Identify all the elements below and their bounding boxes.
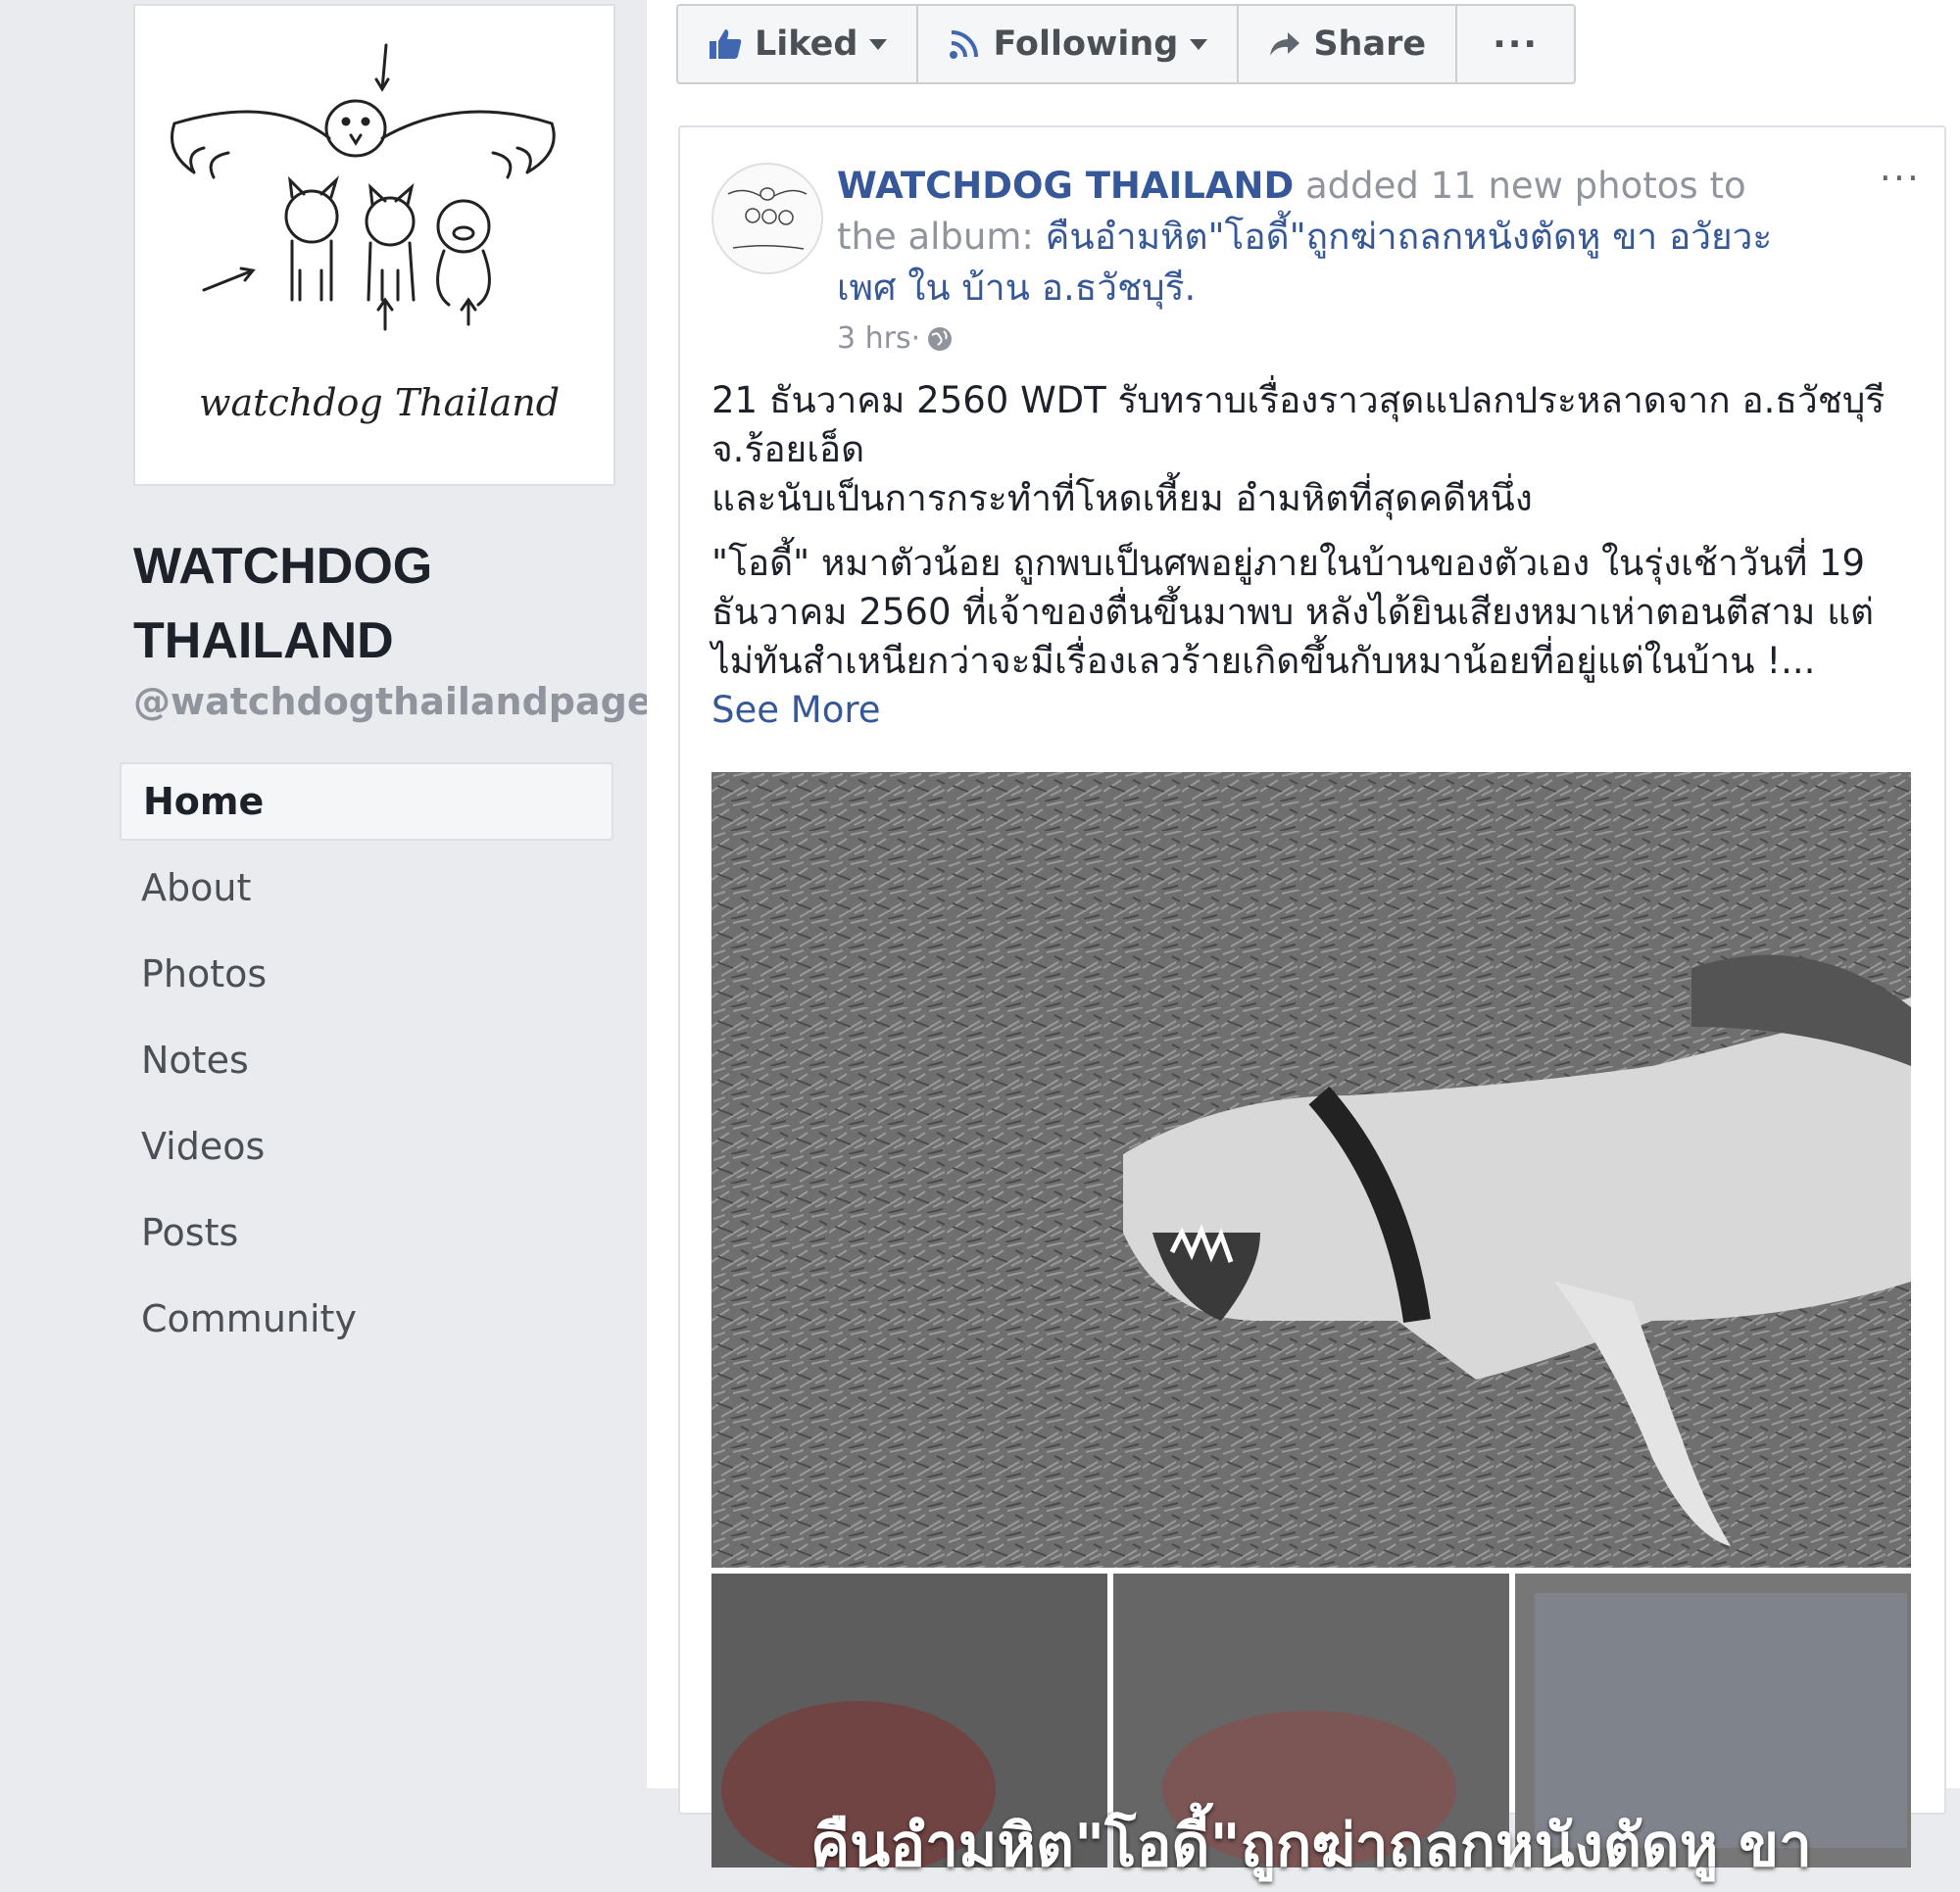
- see-more-link[interactable]: See More: [711, 689, 881, 731]
- following-label: Following: [993, 24, 1179, 64]
- post-author-avatar[interactable]: [711, 163, 823, 274]
- liked-label: Liked: [755, 24, 858, 64]
- share-button[interactable]: Share: [1239, 6, 1458, 82]
- page-title[interactable]: WATCHDOG THAILAND: [133, 529, 623, 678]
- post-line: และนับเป็นการกระทำที่โหดเหี้ยม อำมหิตที่…: [711, 477, 1533, 519]
- thumbs-up-icon: [708, 27, 743, 61]
- more-options-button[interactable]: ···: [1457, 6, 1574, 82]
- share-arrow-icon: [1268, 30, 1301, 58]
- share-label: Share: [1313, 24, 1427, 64]
- profile-picture[interactable]: watchdog Thailand: [133, 4, 615, 486]
- post-line: 21 ธันวาคม 2560 WDT รับทราบเรื่องราวสุดแ…: [711, 379, 1886, 470]
- nav-item-home[interactable]: Home: [120, 762, 613, 841]
- page-action-bar: Liked Following Share ···: [676, 4, 1577, 84]
- nav-item-community[interactable]: Community: [120, 1280, 613, 1358]
- page-navigation: Home About Photos Notes Videos Posts Com…: [120, 762, 613, 1366]
- following-button[interactable]: Following: [918, 6, 1240, 82]
- page-handle[interactable]: @watchdogthailandpage: [133, 680, 653, 723]
- post-main-photo[interactable]: [711, 772, 1911, 1568]
- post-paragraph: "โอดี้" หมาตัวน้อย ถูกพบเป็นศพอยู่ภายในบ…: [711, 539, 1897, 735]
- left-sidebar: watchdog Thailand WATCHDOG THAILAND @wat…: [0, 0, 653, 1788]
- chevron-down-icon: [869, 38, 888, 50]
- post-paragraph: 21 ธันวาคม 2560 WDT รับทราบเรื่องราวสุดแ…: [711, 376, 1897, 523]
- nav-item-videos[interactable]: Videos: [120, 1107, 613, 1186]
- photo-content: [711, 772, 1911, 1568]
- nav-item-posts[interactable]: Posts: [120, 1193, 613, 1272]
- post-options-button[interactable]: ···: [1880, 157, 1921, 200]
- nav-item-notes[interactable]: Notes: [120, 1021, 613, 1099]
- post-text: 21 ธันวาคม 2560 WDT รับทราบเรื่องราวสุดแ…: [711, 376, 1897, 751]
- watchdog-logo-drawing: watchdog Thailand: [171, 43, 560, 424]
- watchdog-logo-thumbnail: [727, 187, 808, 250]
- nav-item-about[interactable]: About: [120, 849, 613, 927]
- main-column: Liked Following Share ··· WATCHDOG THAIL…: [647, 0, 1960, 1880]
- liked-button[interactable]: Liked: [678, 6, 919, 82]
- post-header: WATCHDOG THAILAND added 11 new photos to…: [837, 161, 1817, 314]
- post-meta: 3 hrs ·: [837, 321, 954, 356]
- post-line: "โอดี้" หมาตัวน้อย ถูกพบเป็นศพอยู่ภายในบ…: [711, 542, 1875, 682]
- globe-icon: [926, 325, 954, 353]
- post-author-link[interactable]: WATCHDOG THAILAND: [837, 165, 1294, 207]
- post-timestamp[interactable]: 3 hrs: [837, 321, 911, 356]
- post-card: WATCHDOG THAILAND added 11 new photos to…: [678, 125, 1946, 1880]
- meta-separator: ·: [910, 321, 921, 356]
- chevron-down-icon: [1190, 38, 1208, 50]
- album-title-overlay[interactable]: คืนอำมหิต"โอดี้"ถูกฆ่าถลกหนังตัดหู ขา: [711, 1799, 1911, 1892]
- rss-icon: [948, 27, 981, 61]
- more-dots-icon: ···: [1493, 24, 1540, 65]
- logo-text: watchdog Thailand: [199, 381, 560, 424]
- nav-item-photos[interactable]: Photos: [120, 935, 613, 1013]
